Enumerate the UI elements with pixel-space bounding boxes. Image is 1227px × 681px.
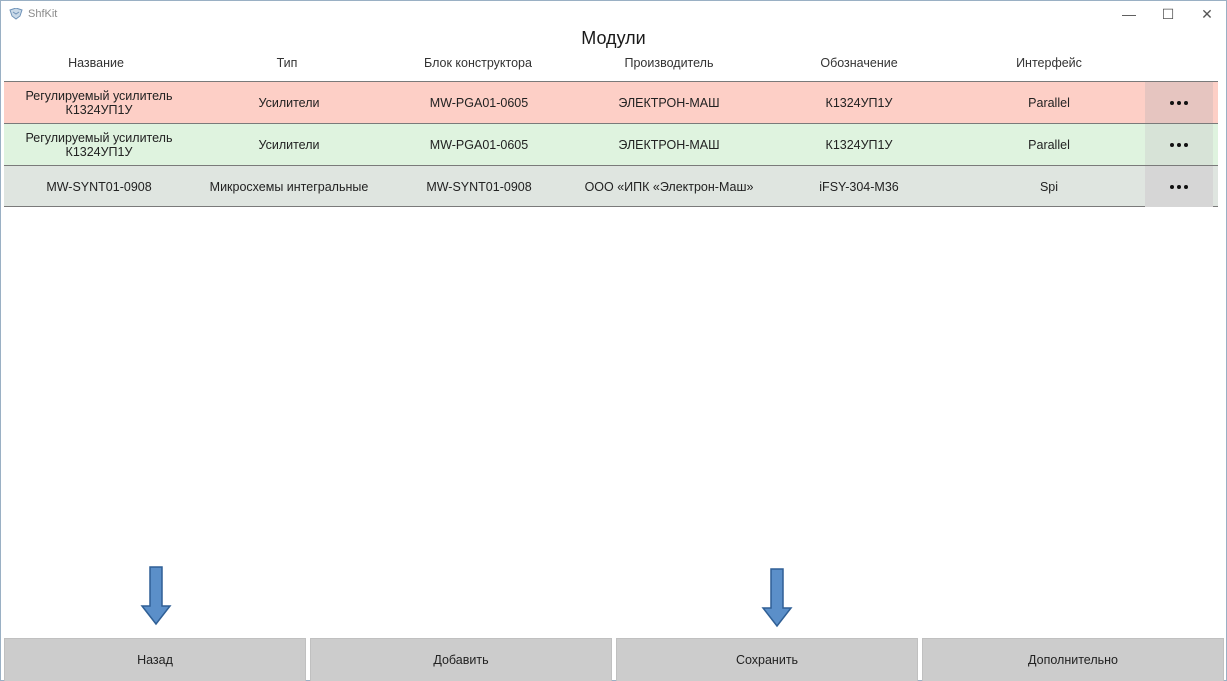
close-button[interactable]: ✕: [1187, 1, 1227, 27]
app-window: ShfKit — ☐ ✕ Модули Название Тип Блок ко…: [0, 0, 1227, 681]
cell-type: Усилители: [258, 138, 320, 152]
back-button[interactable]: Назад: [4, 638, 306, 681]
cell-designation: К1324УП1У: [825, 138, 893, 152]
cell-manufacturer: ЭЛЕКТРОН-МАШ: [618, 96, 720, 110]
column-header-type[interactable]: Тип: [227, 56, 347, 70]
close-icon: ✕: [1201, 5, 1213, 22]
cell-interface: Parallel: [1028, 96, 1070, 110]
row-more-button[interactable]: [1145, 166, 1213, 207]
column-header-name[interactable]: Название: [36, 56, 156, 70]
table-row[interactable]: Регулируемый усилитель К1324УП1У Усилите…: [4, 123, 1218, 165]
minimize-button[interactable]: —: [1109, 1, 1149, 27]
table-row[interactable]: Регулируемый усилитель К1324УП1У Усилите…: [4, 81, 1218, 123]
maximize-icon: ☐: [1161, 5, 1175, 22]
cell-block: MW-PGA01-0605: [429, 138, 529, 152]
column-header-manufacturer[interactable]: Производитель: [599, 56, 739, 70]
more-options-button[interactable]: Дополнительно: [922, 638, 1224, 681]
shfkit-logo-icon: [9, 8, 23, 20]
cell-designation: К1324УП1У: [825, 96, 893, 110]
column-header-designation[interactable]: Обозначение: [794, 56, 924, 70]
more-dots-icon: [1170, 100, 1188, 105]
down-arrow-icon: [761, 568, 793, 628]
cell-manufacturer: ЭЛЕКТРОН-МАШ: [618, 138, 720, 152]
down-arrow-icon: [140, 566, 172, 626]
cell-type: Усилители: [258, 96, 320, 110]
column-header-block[interactable]: Блок конструктора: [398, 56, 558, 70]
row-more-button[interactable]: [1145, 124, 1213, 165]
cell-interface: Parallel: [1028, 138, 1070, 152]
cell-designation: iFSY-304-M36: [819, 180, 899, 194]
page-title: Модули: [581, 28, 646, 48]
bottom-toolbar: Назад Добавить Сохранить Дополнительно: [4, 638, 1225, 681]
maximize-button[interactable]: ☐: [1148, 1, 1188, 27]
cell-name: MW-SYNT01-0908: [46, 180, 152, 194]
table-header: Название Тип Блок конструктора Производи…: [4, 54, 1218, 74]
minimize-icon: —: [1122, 6, 1136, 22]
more-dots-icon: [1170, 142, 1188, 147]
save-button[interactable]: Сохранить: [616, 638, 918, 681]
more-dots-icon: [1170, 184, 1188, 189]
title-bar: ShfKit — ☐ ✕: [1, 1, 1226, 27]
cell-interface: Spi: [1039, 180, 1059, 194]
cell-type: Микросхемы интегральные: [209, 180, 369, 194]
row-more-button[interactable]: [1145, 82, 1213, 123]
table-row[interactable]: MW-SYNT01-0908 Микросхемы интегральные M…: [4, 165, 1218, 207]
cell-block: MW-SYNT01-0908: [426, 180, 532, 194]
cell-manufacturer: ООО «ИПК «Электрон-Маш»: [584, 180, 754, 194]
modules-table: Регулируемый усилитель К1324УП1У Усилите…: [4, 81, 1218, 207]
column-header-interface[interactable]: Интерфейс: [989, 56, 1109, 70]
app-title: ShfKit: [28, 8, 58, 20]
add-button[interactable]: Добавить: [310, 638, 612, 681]
cell-name: Регулируемый усилитель К1324УП1У: [25, 131, 173, 159]
cell-name: Регулируемый усилитель К1324УП1У: [25, 89, 173, 117]
cell-block: MW-PGA01-0605: [429, 96, 529, 110]
